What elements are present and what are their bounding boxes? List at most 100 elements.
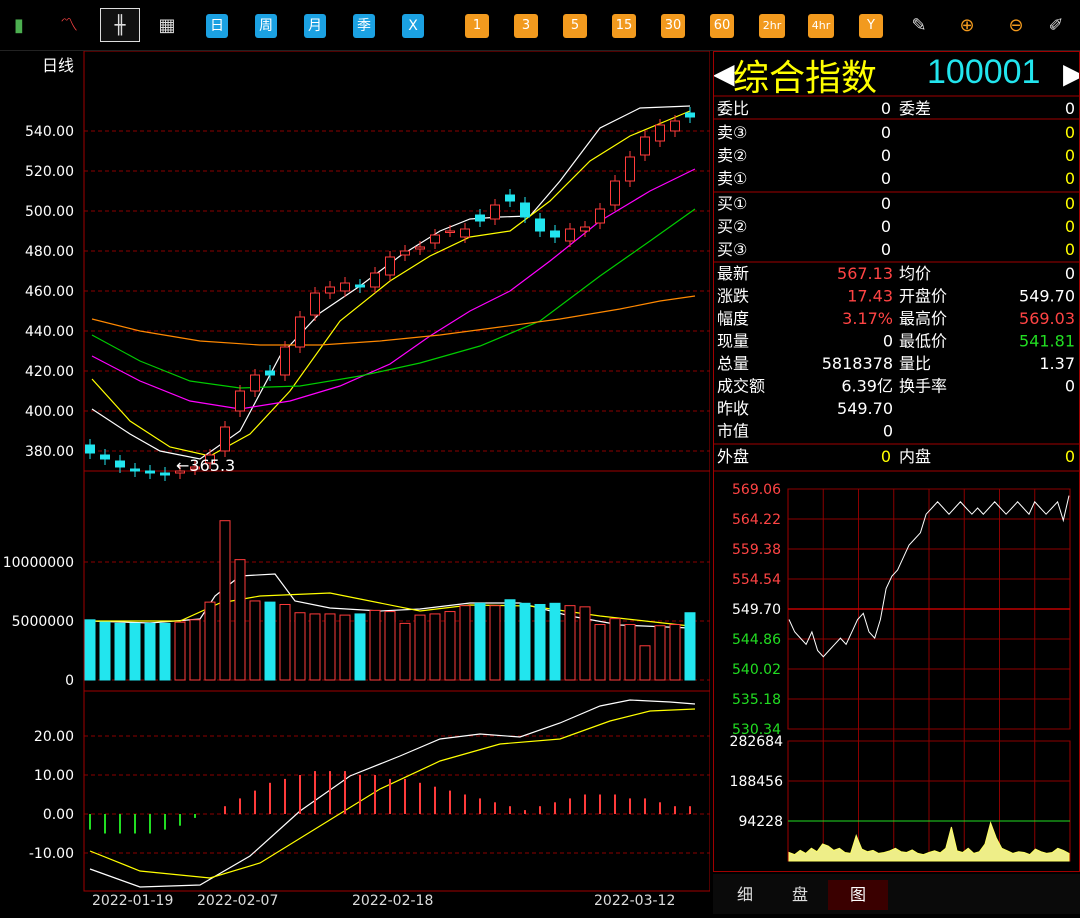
macd-tick-label: 20.00 [34, 729, 74, 745]
buy-level-label: 买③ [717, 240, 747, 259]
candle-body [370, 272, 380, 288]
quote-panel: ◀ 综合指数 100001 ▶ 委比 0 委差 0 卖③ 0 0 卖② 0 0 卖① 0 0 买① 0 0 买②… [713, 51, 1080, 914]
notepad-icon[interactable]: ✐ [1043, 14, 1069, 38]
calendar-icon[interactable]: ▦ [154, 14, 180, 38]
volume-bar [639, 645, 651, 681]
volume-bar [669, 624, 681, 681]
line-chart-icon[interactable]: 〽 [56, 14, 82, 38]
stat-label: 现量 [717, 332, 749, 351]
interval-2hr-button[interactable]: 2hr [759, 14, 785, 38]
candle-body [250, 374, 260, 392]
volume-bar [369, 609, 381, 681]
stat-label: 均价 [899, 264, 931, 283]
bottom-tab-bar: 细 盘 图 [713, 874, 1080, 914]
intraday-volume-label: 94228 [738, 814, 783, 830]
buy-price: 0 [881, 217, 891, 236]
volume-bar [534, 603, 546, 681]
period-day-button[interactable]: 日 [206, 14, 228, 38]
candle-body [550, 230, 560, 238]
interval-y-button[interactable]: Y [859, 14, 883, 38]
period-quarter-button[interactable]: 季 [353, 14, 375, 38]
volume-bar [159, 622, 171, 681]
volume-bar [324, 613, 336, 681]
intraday-volume-label: 282684 [730, 734, 784, 750]
candle-body [475, 214, 485, 222]
stat-label: 开盘价 [899, 287, 947, 306]
inner-volume-value: 0 [1065, 447, 1075, 466]
ma60-line [91, 295, 696, 346]
candle-body [340, 282, 350, 292]
stat-label: 最低价 [899, 332, 947, 351]
candle-body [160, 472, 170, 476]
volume-bar [204, 601, 216, 681]
zoom-in-icon[interactable]: ⊕ [954, 14, 980, 38]
candle-body [505, 194, 515, 202]
candle-body [280, 346, 290, 376]
candle-body [535, 218, 545, 232]
volume-bar [99, 621, 111, 681]
volume-bar [549, 602, 561, 681]
period-week-button[interactable]: 周 [255, 14, 277, 38]
interval-30-button[interactable]: 30 [661, 14, 685, 38]
period-month-button[interactable]: 月 [304, 14, 326, 38]
volume-bar [399, 622, 411, 681]
edit-icon[interactable]: ✎ [906, 14, 932, 38]
candle-body [220, 426, 230, 452]
stat-value: 3.17% [842, 309, 893, 328]
bar-chart-icon[interactable]: ▮ [6, 14, 32, 38]
interval-1-button[interactable]: 1 [465, 14, 489, 38]
candle-body [640, 136, 650, 156]
interval-15-button[interactable]: 15 [612, 14, 636, 38]
intraday-volume-label: 188456 [730, 774, 784, 790]
price-tick-label: 380.00 [25, 444, 74, 460]
price-tick-label: 500.00 [25, 204, 74, 220]
volume-bar [609, 618, 621, 681]
tab-chart[interactable]: 图 [828, 880, 888, 910]
stat-value: 0 [883, 332, 893, 351]
zoom-out-icon[interactable]: ⊖ [1003, 14, 1029, 38]
volume-bar [114, 622, 126, 681]
volume-bar [624, 624, 636, 681]
intraday-price-label: 564.22 [732, 512, 781, 528]
volume-tick-label: 10000000 [3, 555, 74, 571]
candle-body [355, 284, 365, 288]
period-x-button[interactable]: X [402, 14, 424, 38]
interval-60-button[interactable]: 60 [710, 14, 734, 38]
interval-5-button[interactable]: 5 [563, 14, 587, 38]
intraday-price-label: 569.06 [732, 482, 781, 498]
candle-body [265, 370, 275, 376]
date-axis-label: 2022-02-07 [197, 893, 278, 909]
kline-chart-pane[interactable]: ←365.3 日线 540.00 520.00 500.00 480.00 460.00… [0, 50, 711, 914]
tab-detail[interactable]: 细 [715, 880, 775, 910]
toolbar: ▮ 〽 ╫ ▦ 日 周 月 季 X 1 3 5 15 30 60 2hr 4hr… [0, 0, 1080, 51]
sell-price: 0 [881, 146, 891, 165]
price-tick-label: 400.00 [25, 404, 74, 420]
volume-bar [129, 622, 141, 681]
buy-level-label: 买② [717, 217, 747, 236]
volume-bar [459, 605, 471, 681]
candlestick-icon[interactable]: ╫ [100, 8, 140, 42]
candle-body [295, 316, 305, 348]
macd-tick-label: 0.00 [43, 807, 74, 823]
candle-body [400, 250, 410, 256]
sell-price: 0 [881, 123, 891, 142]
date-axis-label: 2022-02-18 [352, 893, 433, 909]
intraday-price-label: 540.02 [732, 662, 781, 678]
candle-body [520, 202, 530, 218]
kline-chart-svg[interactable]: ←365.3 日线 540.00 520.00 500.00 480.00 460.00… [0, 50, 711, 914]
candle-body [490, 204, 500, 220]
date-axis-label: 2022-03-12 [594, 893, 675, 909]
intraday-price-label: 559.38 [732, 542, 781, 558]
tab-order-book[interactable]: 盘 [770, 880, 830, 910]
candle-body [595, 208, 605, 224]
volume-bar [504, 599, 516, 681]
macd-dif-line [89, 699, 696, 888]
buy-volume: 0 [1065, 194, 1075, 213]
interval-4hr-button[interactable]: 4hr [808, 14, 834, 38]
stat-value: 17.43 [847, 287, 893, 306]
intraday-price-label: 549.70 [732, 602, 781, 618]
interval-3-button[interactable]: 3 [514, 14, 538, 38]
volume-bar [519, 602, 531, 681]
weicha-value: 0 [1065, 99, 1075, 118]
volume-bar [144, 622, 156, 681]
